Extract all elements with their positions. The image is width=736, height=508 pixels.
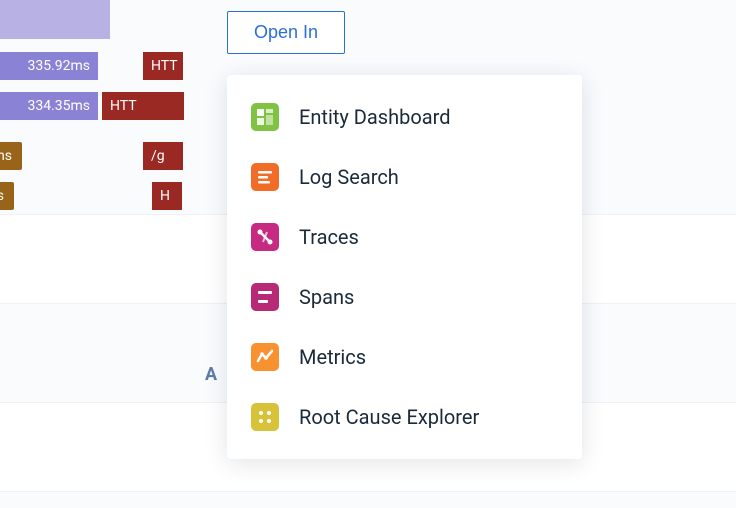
span-tag: s bbox=[0, 182, 14, 210]
menu-label: Entity Dashboard bbox=[299, 105, 451, 129]
menu-item-log-search[interactable]: Log Search bbox=[227, 147, 582, 207]
menu-item-metrics[interactable]: Metrics bbox=[227, 327, 582, 387]
menu-item-spans[interactable]: Spans bbox=[227, 267, 582, 327]
span-tag: HTT bbox=[143, 52, 183, 80]
traces-icon bbox=[251, 223, 279, 251]
menu-item-entity-dashboard[interactable]: Entity Dashboard bbox=[227, 87, 582, 147]
span-tag: ms bbox=[0, 142, 22, 170]
open-in-dropdown: Entity Dashboard Log Search Traces Spans… bbox=[227, 75, 582, 459]
dashboard-icon bbox=[251, 103, 279, 131]
span-tag: /g bbox=[143, 142, 183, 170]
menu-label: Log Search bbox=[299, 165, 399, 189]
span-bar bbox=[0, 0, 110, 39]
spans-icon bbox=[251, 283, 279, 311]
menu-label: Spans bbox=[299, 285, 354, 309]
rootcause-icon bbox=[251, 403, 279, 431]
open-in-button[interactable]: Open In bbox=[227, 11, 345, 54]
metrics-icon bbox=[251, 343, 279, 371]
span-duration: 335.92ms bbox=[0, 52, 98, 80]
span-tag: HTT bbox=[102, 92, 184, 120]
span-duration: 334.35ms bbox=[0, 92, 98, 120]
menu-item-traces[interactable]: Traces bbox=[227, 207, 582, 267]
menu-label: Metrics bbox=[299, 345, 366, 369]
section-heading-partial: A bbox=[205, 364, 217, 385]
span-tag: H bbox=[152, 182, 182, 210]
menu-label: Traces bbox=[299, 225, 359, 249]
menu-item-root-cause-explorer[interactable]: Root Cause Explorer bbox=[227, 387, 582, 447]
logs-icon bbox=[251, 163, 279, 191]
menu-label: Root Cause Explorer bbox=[299, 405, 479, 429]
trace-waterfall-partial: 335.92ms HTT 334.35ms HTT ms /g s H bbox=[0, 0, 180, 508]
